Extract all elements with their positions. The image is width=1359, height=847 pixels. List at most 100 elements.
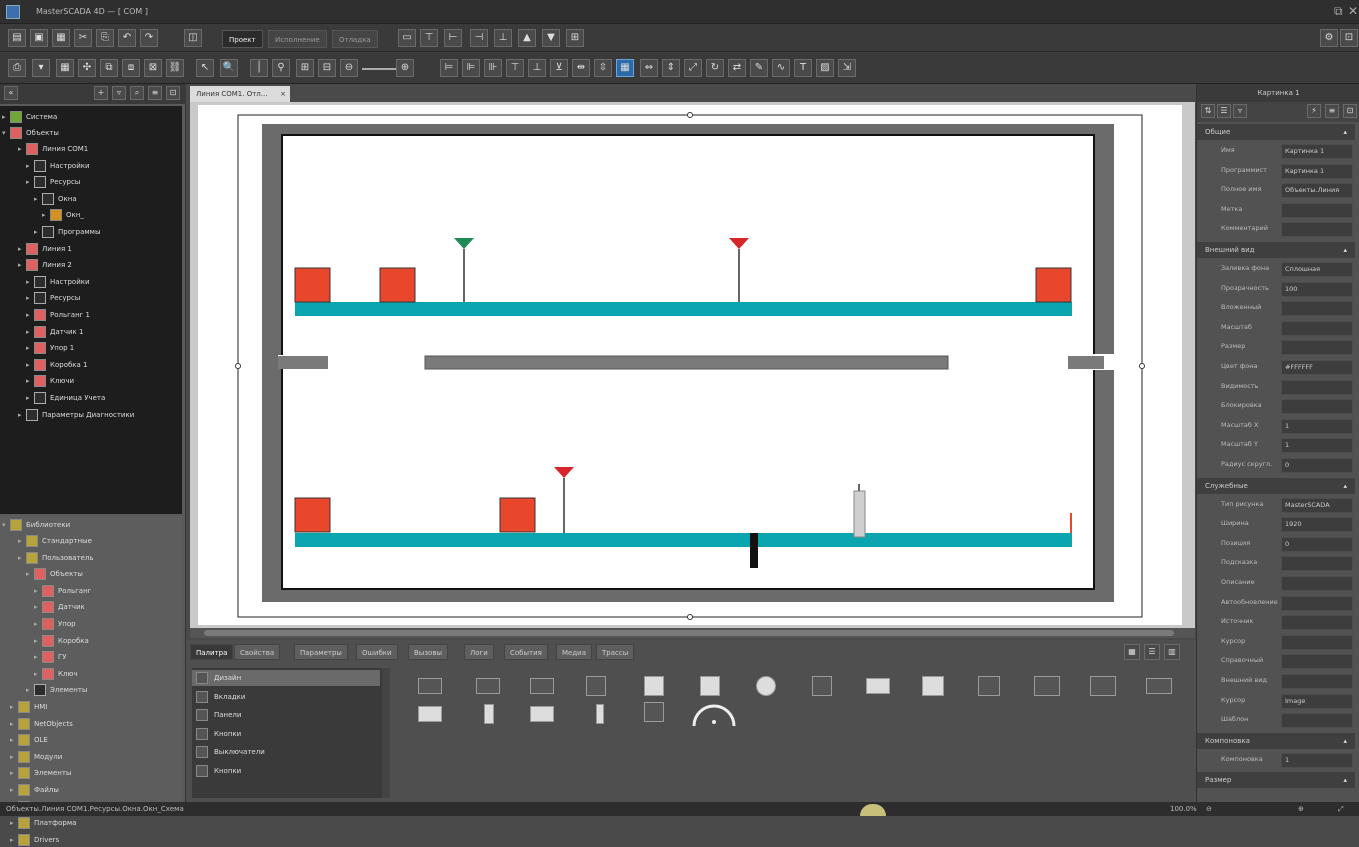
zoom-in-icon[interactable]: ⊕ (396, 59, 414, 77)
tree-node[interactable]: ▸ Файлы (10, 783, 59, 797)
same-size-icon[interactable]: ⤢ (684, 59, 702, 77)
pin-icon[interactable]: ⚲ (272, 59, 290, 77)
tree-node[interactable]: ▸ Упор (34, 617, 76, 631)
palette-label[interactable] (476, 678, 500, 694)
palette-list-view[interactable] (1090, 676, 1116, 696)
filter-icon[interactable]: ▿ (1233, 104, 1247, 118)
order-icon[interactable]: ⧈ (122, 59, 140, 77)
palette-progress[interactable] (530, 706, 554, 722)
tree-node[interactable]: ▸ Пользователь (18, 551, 94, 565)
tree-node[interactable]: ▸ Модули (10, 750, 62, 764)
expand-arrow-icon[interactable]: ▸ (26, 567, 34, 581)
curve-icon[interactable]: ∿ (772, 59, 790, 77)
status-zoom-in-icon[interactable]: ⊕ (1298, 802, 1304, 816)
tree-node[interactable]: ▸ Ресурсы (26, 291, 80, 305)
tab-runtime[interactable]: Исполнение (268, 30, 327, 48)
tree-node[interactable]: ▸ Элементы (26, 683, 87, 697)
select-grid-icon[interactable]: ▦ (616, 59, 634, 77)
expand-arrow-icon[interactable]: ▸ (26, 159, 34, 173)
window-icon[interactable]: ◫ (184, 29, 202, 47)
expand-arrow-icon[interactable]: ▸ (34, 225, 42, 239)
flip-icon[interactable]: ⇄ (728, 59, 746, 77)
palette-gauge[interactable] (690, 702, 740, 728)
palette-category[interactable]: Панели (196, 707, 241, 723)
expand-arrow-icon[interactable]: ▸ (10, 783, 18, 797)
expand-arrow-icon[interactable]: ▸ (26, 275, 34, 289)
collapse-caret-icon[interactable]: ▴ (1343, 478, 1347, 494)
palette-panel[interactable] (586, 676, 606, 696)
tree-node[interactable]: ▸ Объекты (26, 567, 83, 581)
document-tab[interactable]: Линия СОМ1. Отл... × (190, 86, 290, 102)
expand-arrow-icon[interactable]: ▸ (26, 175, 34, 189)
expand-arrow-icon[interactable]: ▸ (26, 374, 34, 388)
zoom-icon[interactable]: 🔍 (220, 59, 238, 77)
property-value[interactable]: MasterSCADA (1281, 497, 1353, 513)
property-value[interactable] (1281, 595, 1353, 611)
property-value[interactable] (1281, 654, 1353, 670)
expand-arrow-icon[interactable]: ▸ (26, 358, 34, 372)
tree-node[interactable]: ▸ Программы (34, 225, 101, 239)
tree-node[interactable]: ▸ Окна (34, 192, 77, 206)
property-section-header[interactable]: Внешний вид ▴ (1197, 242, 1355, 258)
settings-icon[interactable]: ⚙ (1320, 29, 1338, 47)
property-value[interactable] (1281, 399, 1353, 415)
expand-arrow-icon[interactable]: ▸ (34, 584, 42, 598)
columns-view-icon[interactable]: ▥ (1164, 644, 1180, 660)
tree-node[interactable]: ▸ Ключ (34, 667, 77, 681)
icons-view-icon[interactable]: ▦ (1124, 644, 1140, 660)
align-top-icon[interactable]: ⊤ (420, 29, 438, 47)
palette-slider[interactable] (1146, 678, 1172, 694)
list-view-icon[interactable]: ☰ (1144, 644, 1160, 660)
palette-category[interactable]: Вкладки (196, 689, 245, 705)
property-value[interactable] (1281, 634, 1353, 650)
palette-list-scrollbar[interactable] (382, 668, 390, 798)
tree-filter-icon[interactable]: ▿ (112, 86, 126, 100)
align-right-icon[interactable]: ⊪ (484, 59, 502, 77)
grid-icon[interactable]: ▦ (56, 59, 74, 77)
property-value[interactable] (1281, 320, 1353, 336)
expand-arrow-icon[interactable]: ▸ (26, 341, 34, 355)
line-icon[interactable]: │ (250, 59, 268, 77)
collapse-caret-icon[interactable]: ▴ (1343, 733, 1347, 749)
property-value[interactable]: 1 (1281, 438, 1353, 454)
palette-toggle[interactable] (866, 678, 890, 694)
property-value[interactable] (1281, 713, 1353, 729)
expand-arrow-icon[interactable]: ▸ (18, 408, 26, 422)
tree-node[interactable]: ▸ Drivers (10, 833, 59, 847)
tree-node[interactable]: ▸ Параметры Диагностики (18, 408, 134, 422)
tree-node[interactable]: ▸ Элементы (10, 766, 71, 780)
paste-icon[interactable]: ⎙ (8, 59, 26, 77)
category-icon[interactable]: ☰ (1217, 104, 1231, 118)
expand-arrow-icon[interactable]: ▸ (10, 717, 18, 731)
palette-button[interactable] (700, 676, 720, 696)
collapse-caret-icon[interactable]: ▴ (1343, 772, 1347, 788)
tree-node-library[interactable]: ▾ Библиотеки (2, 518, 70, 532)
expand-arrow-icon[interactable]: ▸ (18, 258, 26, 272)
expand-arrow-icon[interactable]: ▸ (26, 683, 34, 697)
zoom-out-icon[interactable]: ⊖ (340, 59, 358, 77)
sort-icon[interactable]: ⇅ (1201, 104, 1215, 118)
snap-icon[interactable]: ✣ (78, 59, 96, 77)
expand-arrow-icon[interactable]: ▸ (10, 766, 18, 780)
property-value[interactable] (1281, 301, 1353, 317)
align-top2-icon[interactable]: ⊤ (506, 59, 524, 77)
status-zoom-out-icon[interactable]: ⊖ (1206, 802, 1212, 816)
tree-node[interactable]: ▸ Линия 2 (18, 258, 72, 272)
rotate-icon[interactable]: ↻ (706, 59, 724, 77)
collapse-caret-icon[interactable]: ▴ (1343, 242, 1347, 258)
expand-arrow-icon[interactable]: ▸ (34, 617, 42, 631)
tree-node[interactable]: ▸ Датчик 1 (26, 325, 83, 339)
tree-node[interactable]: ▸ Рольганг 1 (26, 308, 90, 322)
expand-arrow-icon[interactable]: ▸ (34, 634, 42, 648)
palette-checkbox[interactable] (812, 676, 832, 696)
bottom-tab[interactable]: Вызовы (408, 644, 448, 660)
property-value[interactable]: Объекты.Линия (1281, 183, 1353, 199)
property-value[interactable]: #FFFFFF (1281, 360, 1353, 375)
tree-node[interactable]: ▸ Упор 1 (26, 341, 74, 355)
tree-find-icon[interactable]: ⌕ (130, 86, 144, 100)
tab-debug[interactable]: Отладка (332, 30, 378, 48)
grid-snap-icon[interactable]: ⊟ (318, 59, 336, 77)
tree-node[interactable]: ▸ Настройки (26, 159, 90, 173)
save-icon[interactable]: ▣ (30, 29, 48, 47)
property-value[interactable]: 0 (1281, 458, 1353, 473)
